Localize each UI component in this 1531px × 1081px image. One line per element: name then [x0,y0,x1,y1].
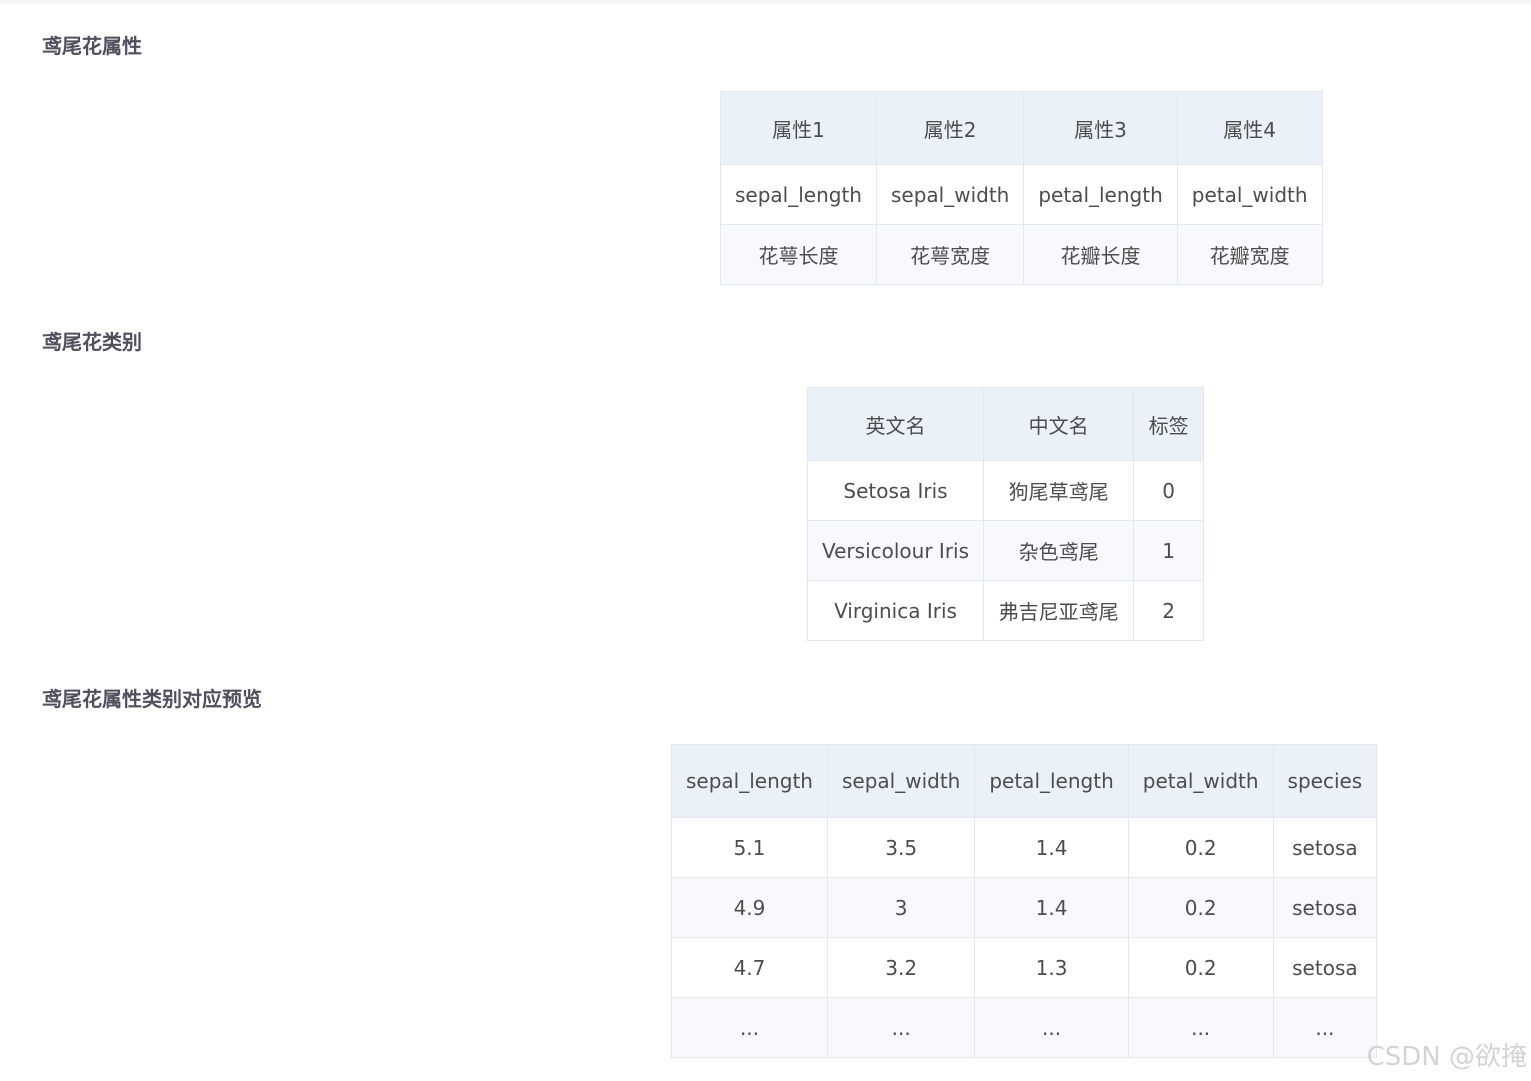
table-cell: 3.2 [826,937,976,998]
table-header-cell: 属性3 [1023,91,1178,165]
table-header-row: 英文名 中文名 标签 [806,387,1204,461]
attributes-section-title: 鸢尾花属性 [42,34,142,58]
table-row: 5.1 3.5 1.4 0.2 setosa [671,817,1378,878]
table-cell: 5.1 [671,817,828,878]
preview-table: sepal_length sepal_width petal_length pe… [671,744,1378,1058]
table-cell: 0 [1133,460,1204,521]
table-header-row: sepal_length sepal_width petal_length pe… [671,744,1378,818]
table-row: 花萼长度 花萼宽度 花瓣长度 花瓣宽度 [720,224,1323,285]
table-cell: 花萼宽度 [875,224,1025,285]
table-cell: petal_width [1176,164,1323,225]
table-cell: setosa [1272,877,1378,938]
table-header-cell: 中文名 [983,387,1135,461]
table-cell: sepal_width [875,164,1025,225]
table-cell: ... [974,997,1129,1058]
table-cell: ... [1272,997,1378,1058]
table-cell: 3 [826,877,976,938]
table-row: sepal_length sepal_width petal_length pe… [720,164,1323,225]
table-cell: 0.2 [1127,937,1274,998]
table-cell: Setosa Iris [806,460,985,521]
table-header-cell: 属性4 [1176,91,1323,165]
table-cell: 4.9 [671,877,828,938]
table-cell: Virginica Iris [806,580,985,641]
table-cell: 1.4 [974,817,1129,878]
table-cell: ... [671,997,828,1058]
csdn-watermark: CSDN @欲掩 [1366,1042,1527,1072]
table-row: 4.7 3.2 1.3 0.2 setosa [671,937,1378,998]
table-cell: 狗尾草鸢尾 [983,460,1135,521]
table-header-cell: sepal_width [826,744,976,818]
table-header-cell: species [1272,744,1378,818]
table-row: Setosa Iris 狗尾草鸢尾 0 [806,460,1204,521]
table-cell: setosa [1272,817,1378,878]
table-cell: 3.5 [826,817,976,878]
table-header-cell: 属性1 [720,91,877,165]
table-header-cell: petal_width [1127,744,1274,818]
table-cell: 0.2 [1127,877,1274,938]
table-row: ... ... ... ... ... [671,997,1378,1058]
table-cell: 1.3 [974,937,1129,998]
table-cell: petal_length [1023,164,1178,225]
preview-section-title: 鸢尾花属性类别对应预览 [42,687,262,711]
table-row: Virginica Iris 弗吉尼亚鸢尾 2 [806,580,1204,641]
table-cell: 0.2 [1127,817,1274,878]
table-header-cell: 属性2 [875,91,1025,165]
table-row: Versicolour Iris 杂色鸢尾 1 [806,520,1204,581]
table-header-row: 属性1 属性2 属性3 属性4 [720,91,1323,165]
table-header-cell: 英文名 [806,387,985,461]
table-cell: Versicolour Iris [806,520,985,581]
table-cell: 2 [1133,580,1204,641]
table-cell: 花萼长度 [720,224,877,285]
table-cell: ... [826,997,976,1058]
table-cell: setosa [1272,937,1378,998]
attributes-table: 属性1 属性2 属性3 属性4 sepal_length sepal_width… [720,91,1323,285]
table-cell: 1.4 [974,877,1129,938]
table-cell: 花瓣宽度 [1176,224,1323,285]
table-cell: sepal_length [720,164,877,225]
table-header-cell: 标签 [1133,387,1204,461]
top-shadow [0,0,1531,6]
table-cell: 弗吉尼亚鸢尾 [983,580,1135,641]
table-cell: 4.7 [671,937,828,998]
table-cell: 花瓣长度 [1023,224,1178,285]
table-cell: 杂色鸢尾 [983,520,1135,581]
table-header-cell: sepal_length [671,744,828,818]
table-row: 4.9 3 1.4 0.2 setosa [671,877,1378,938]
classes-table: 英文名 中文名 标签 Setosa Iris 狗尾草鸢尾 0 Versicolo… [806,387,1204,641]
table-header-cell: petal_length [974,744,1129,818]
table-cell: ... [1127,997,1274,1058]
classes-section-title: 鸢尾花类别 [42,330,142,354]
table-cell: 1 [1133,520,1204,581]
